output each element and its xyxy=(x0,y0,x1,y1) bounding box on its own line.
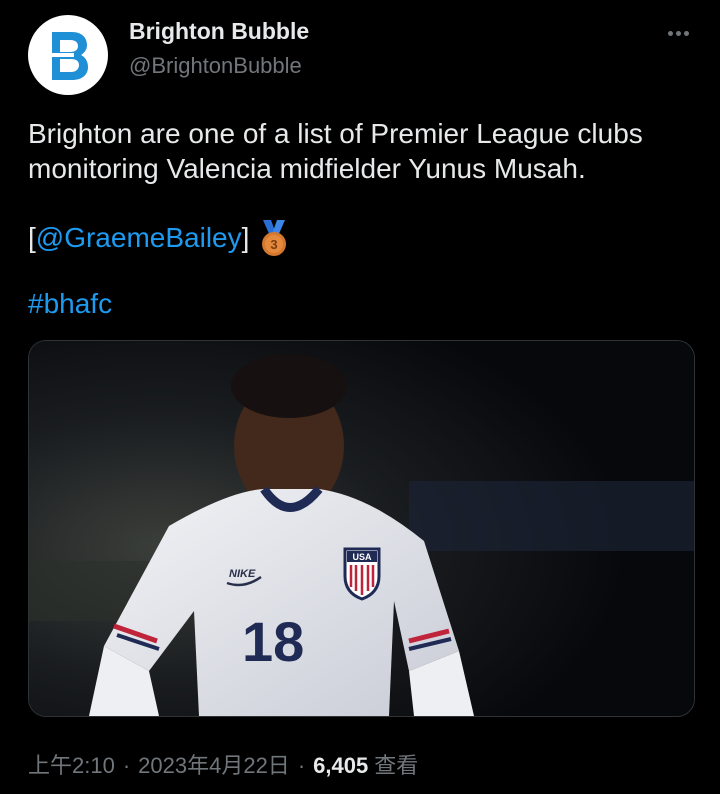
bracket-open: [ xyxy=(28,222,36,253)
meta-separator: · xyxy=(122,753,131,778)
mention-link[interactable]: @GraemeBailey xyxy=(36,220,242,256)
more-options-icon[interactable] xyxy=(660,20,696,46)
jersey-crest: USA xyxy=(352,552,372,562)
avatar[interactable] xyxy=(28,15,108,95)
player-photo: NIKE USA 18 xyxy=(29,341,694,716)
account-handle[interactable]: @BrightonBubble xyxy=(129,53,302,79)
medal-number: 3 xyxy=(271,237,278,252)
bracket-close: ] xyxy=(241,222,250,253)
view-count: 6,405 xyxy=(313,753,369,778)
brighton-bubble-logo-icon xyxy=(52,32,88,80)
tweet-time[interactable]: 上午2:10 xyxy=(28,748,115,780)
bronze-medal-icon: 3 xyxy=(262,220,287,256)
jersey-number: 18 xyxy=(242,610,304,673)
tweet-text-line-2: monitoring Valencia midfielder Yunus Mus… xyxy=(28,153,586,184)
meta-separator: · xyxy=(297,753,306,778)
tweet-date[interactable]: 2023年4月22日 xyxy=(138,748,290,780)
tweet-text: Brighton are one of a list of Premier Le… xyxy=(28,116,698,186)
tweet-meta: 上午2:10 · 2023年4月22日 · 6,405 查看 xyxy=(28,748,418,780)
account-name[interactable]: Brighton Bubble xyxy=(129,18,309,45)
hashtag-line: #bhafc xyxy=(28,286,112,322)
hashtag-link[interactable]: #bhafc xyxy=(28,288,112,319)
jersey-brand: NIKE xyxy=(229,568,256,580)
view-label: 查看 xyxy=(374,753,419,778)
tweet-image[interactable]: NIKE USA 18 xyxy=(28,340,695,717)
source-line: [@GraemeBailey] 3 xyxy=(28,218,291,258)
tweet-text-line-1: Brighton are one of a list of Premier Le… xyxy=(28,118,643,149)
